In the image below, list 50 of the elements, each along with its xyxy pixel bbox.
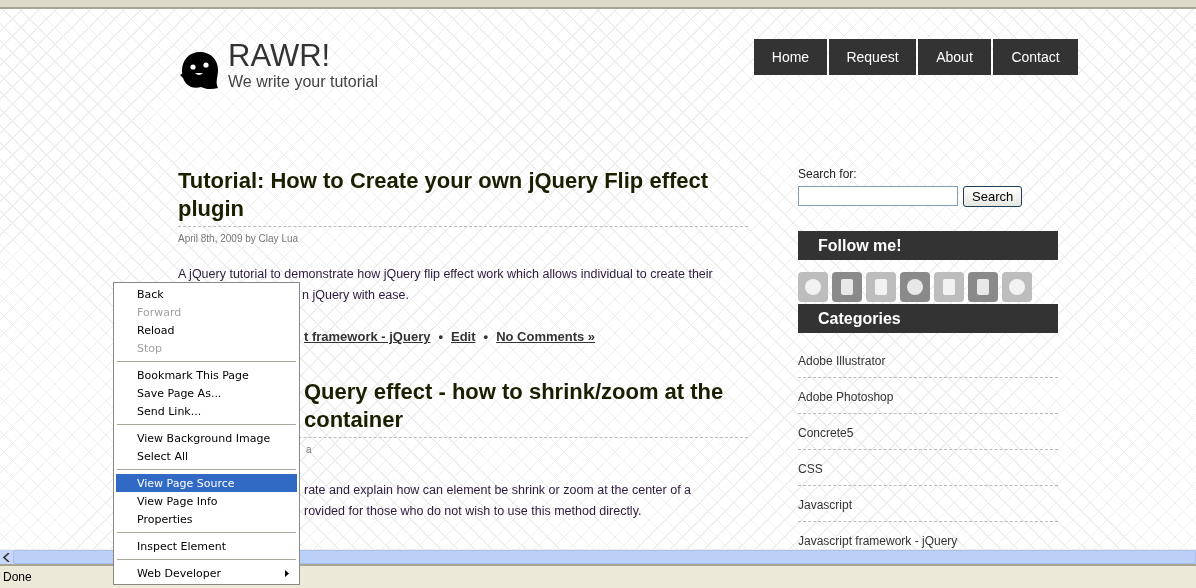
nav-link[interactable]: Contact bbox=[993, 39, 1078, 75]
menu-item[interactable]: Bookmark This Page bbox=[116, 366, 297, 384]
menu-item[interactable]: Save Page As... bbox=[116, 384, 297, 402]
social-icon[interactable] bbox=[934, 272, 964, 302]
social-icon[interactable] bbox=[968, 272, 998, 302]
post-link[interactable]: t framework - jQuery bbox=[304, 329, 431, 344]
nav-link[interactable]: About bbox=[918, 39, 991, 75]
submenu-arrow-icon bbox=[285, 569, 289, 577]
category-link[interactable]: Adobe Photoshop bbox=[798, 390, 894, 404]
category-link[interactable]: Concrete5 bbox=[798, 426, 854, 440]
search-button[interactable]: Search bbox=[963, 186, 1023, 207]
category-link[interactable]: Javascript bbox=[798, 498, 853, 512]
menu-item[interactable]: Back bbox=[116, 285, 297, 303]
social-icon[interactable] bbox=[900, 272, 930, 302]
post-excerpt: A jQuery tutorial to demonstrate how jQuery flip effect work which allows individual to create their bbox=[178, 266, 714, 283]
post-meta: April 8th, 2009 by Clay Lua bbox=[178, 226, 748, 244]
sidebar-heading: Categories bbox=[798, 304, 1058, 333]
sidebar-heading: Follow me! bbox=[798, 231, 1058, 260]
scroll-left-icon[interactable] bbox=[3, 552, 11, 562]
nav-link[interactable]: Request bbox=[829, 39, 916, 75]
menu-item[interactable]: Properties bbox=[116, 510, 297, 528]
category-link[interactable]: CSS bbox=[798, 462, 823, 476]
menu-item[interactable]: View Page Info bbox=[116, 492, 297, 510]
menu-item[interactable]: Web Developer bbox=[116, 564, 297, 582]
site-title[interactable]: RAWR! bbox=[228, 39, 378, 73]
post-link[interactable]: Edit bbox=[451, 329, 476, 344]
social-icon[interactable] bbox=[832, 272, 862, 302]
search-label: Search for: bbox=[798, 167, 858, 181]
status-text: Done bbox=[3, 570, 32, 584]
category-link[interactable]: Adobe Illustrator bbox=[798, 354, 886, 368]
post-title[interactable]: container bbox=[304, 406, 748, 434]
post-title[interactable]: Query effect - how to shrink/zoom at the bbox=[304, 378, 748, 406]
search-field[interactable] bbox=[798, 186, 958, 206]
social-icon[interactable] bbox=[866, 272, 896, 302]
bullet-separator: • bbox=[438, 329, 443, 344]
social-icon[interactable] bbox=[798, 272, 828, 302]
menu-item[interactable]: Reload bbox=[116, 321, 297, 339]
menu-item[interactable]: View Page Source bbox=[116, 474, 297, 492]
site-tagline: We write your tutorial bbox=[228, 73, 378, 91]
nav-link[interactable]: Home bbox=[754, 39, 827, 75]
post-excerpt: n jQuery with ease. bbox=[302, 287, 410, 304]
post-title[interactable]: Tutorial: How to Create your own jQuery Flip effect plugin bbox=[178, 167, 748, 223]
post-excerpt: rovided for those who do not wish to use this method directly. bbox=[304, 503, 643, 520]
post-excerpt: rate and explain how can element be shrink or zoom at the center of a bbox=[304, 482, 693, 499]
menu-item[interactable]: Inspect Element bbox=[116, 537, 297, 555]
menu-item[interactable]: Send Link... bbox=[116, 402, 297, 420]
post-link[interactable]: No Comments » bbox=[496, 329, 596, 344]
social-icon[interactable] bbox=[1002, 272, 1032, 302]
category-link[interactable]: Javascript framework - jQuery bbox=[798, 534, 958, 548]
bullet-separator: • bbox=[483, 329, 489, 344]
